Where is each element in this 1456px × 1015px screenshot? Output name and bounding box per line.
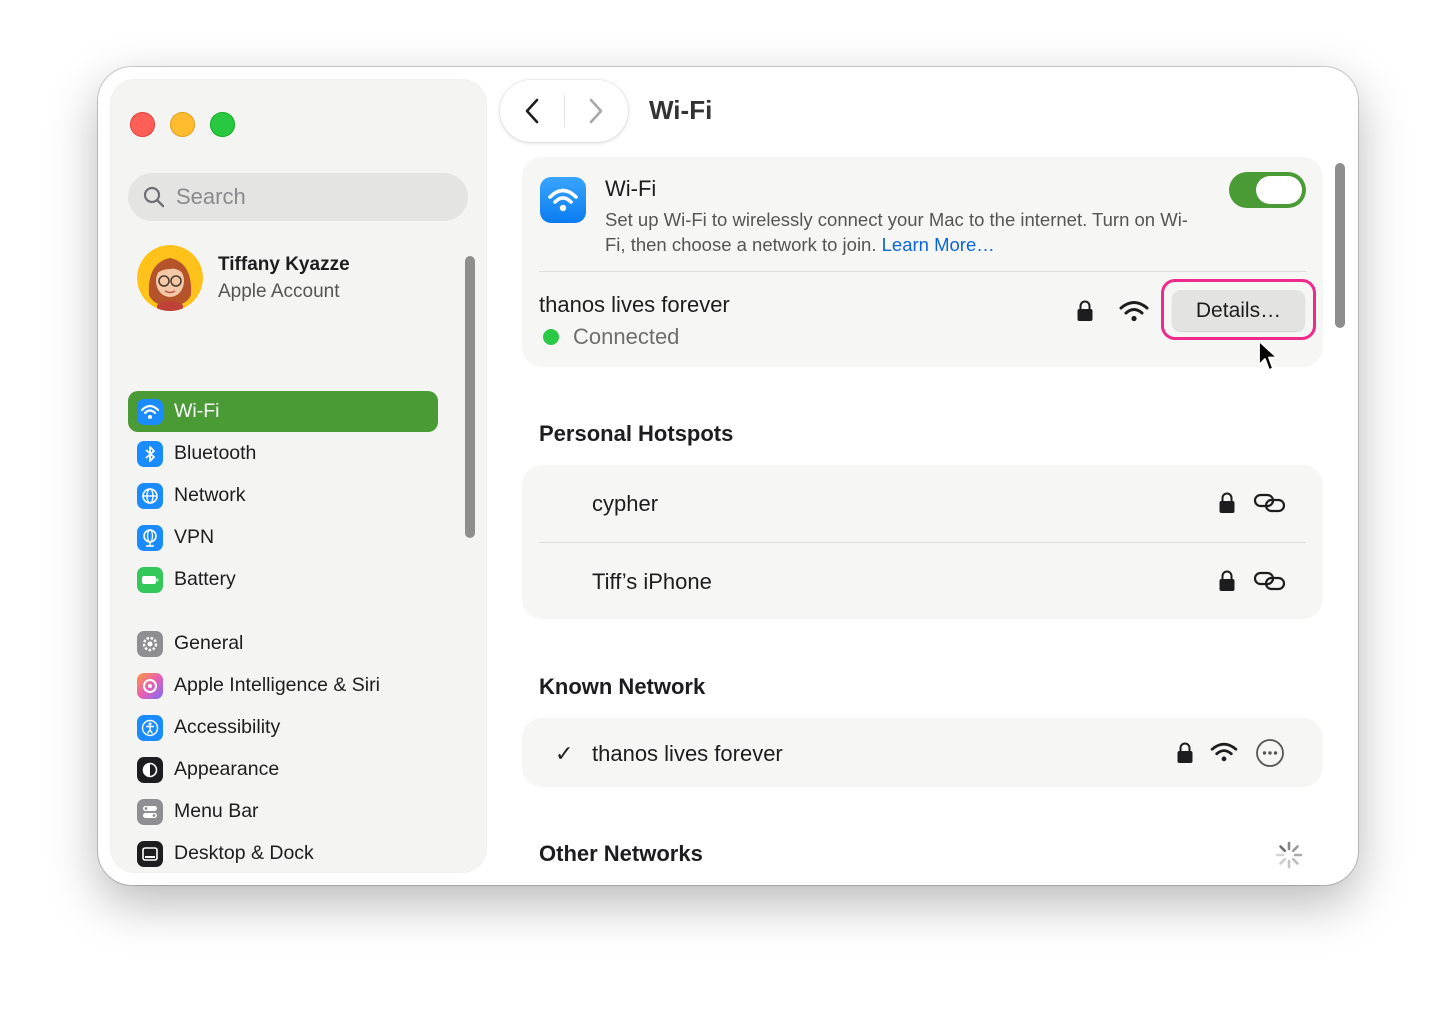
bluetooth-icon xyxy=(137,440,163,467)
lock-icon xyxy=(1177,742,1193,763)
toggle-knob xyxy=(1256,176,1302,204)
sidebar-item-bluetooth[interactable]: Bluetooth xyxy=(128,433,438,474)
lock-icon xyxy=(1219,492,1235,513)
hotspot-row[interactable]: cypher xyxy=(522,465,1323,542)
loading-spinner-icon xyxy=(1275,841,1303,869)
hotspot-name: cypher xyxy=(592,491,659,516)
battery-icon xyxy=(137,566,163,593)
sidebar-item-apple-intelligence[interactable]: Apple Intelligence & Siri xyxy=(128,665,438,706)
details-button[interactable]: Details… xyxy=(1172,290,1305,331)
other-networks-title: Other Networks xyxy=(539,841,703,866)
globe-icon xyxy=(137,482,163,509)
sidebar-item-label: Desktop & Dock xyxy=(174,842,314,864)
wifi-toggle[interactable] xyxy=(1229,172,1306,208)
sidebar-item-battery[interactable]: Battery xyxy=(128,559,438,600)
connected-dot-icon xyxy=(543,329,559,345)
personal-hotspots-card: cypher Tiff’s iPhone xyxy=(522,465,1323,619)
sidebar-item-accessibility[interactable]: Accessibility xyxy=(128,707,438,748)
search-placeholder: Search xyxy=(176,184,246,209)
sidebar-item-network[interactable]: Network xyxy=(128,475,438,516)
back-chevron-icon[interactable] xyxy=(518,96,548,126)
wifi-signal-icon xyxy=(1119,301,1149,322)
sidebar-scroll-thumb[interactable] xyxy=(465,256,475,538)
avatar xyxy=(137,245,203,311)
sidebar-item-label: Battery xyxy=(174,568,236,590)
checkmark-icon: ✓ xyxy=(555,741,574,766)
close-window-button[interactable] xyxy=(130,112,155,137)
appearance-icon xyxy=(137,756,163,783)
dock-icon xyxy=(137,840,163,867)
sidebar-scrollbar[interactable] xyxy=(462,242,479,867)
sidebar-item-label: Appearance xyxy=(174,758,280,780)
hotspot-link-icon xyxy=(1253,493,1286,513)
sidebar-item-menu-bar[interactable]: Menu Bar xyxy=(128,791,438,832)
wifi-icon xyxy=(137,398,163,425)
sidebar-item-label: Wi-Fi xyxy=(174,400,220,422)
sidebar-item-label: Apple Intelligence & Siri xyxy=(174,674,380,696)
gear-icon xyxy=(137,630,163,657)
status-text: Connected xyxy=(573,324,680,349)
vpn-globe-icon xyxy=(137,524,163,551)
sidebar-item-label: Bluetooth xyxy=(174,442,257,464)
sidebar-item-label: Network xyxy=(174,484,246,506)
sidebar-item-label: VPN xyxy=(174,526,215,548)
settings-window: Search Tiffany Kyazze Apple Account Wi-F… xyxy=(98,67,1358,885)
menubar-icon xyxy=(137,798,163,825)
more-options-icon[interactable] xyxy=(1255,738,1285,768)
page-title: Wi-Fi xyxy=(649,95,713,125)
hotspot-link-icon xyxy=(1253,571,1286,591)
lock-icon xyxy=(1077,300,1093,321)
known-network-title: Known Network xyxy=(539,674,706,699)
sidebar-item-desktop-dock[interactable]: Desktop & Dock xyxy=(128,833,438,872)
siri-icon xyxy=(137,672,163,699)
lock-icon xyxy=(1219,570,1235,591)
hotspot-row[interactable]: Tiff’s iPhone xyxy=(522,543,1323,619)
mouse-cursor-icon xyxy=(1258,340,1278,371)
personal-hotspots-title: Personal Hotspots xyxy=(539,421,734,446)
wifi-app-icon xyxy=(540,177,586,223)
minimize-window-button[interactable] xyxy=(170,112,195,137)
search-icon xyxy=(143,186,165,208)
account-subtitle: Apple Account xyxy=(218,280,340,302)
wifi-description: Set up Wi-Fi to wirelessly connect your … xyxy=(605,207,1205,257)
main-scroll-thumb[interactable] xyxy=(1335,163,1345,328)
account-name: Tiffany Kyazze xyxy=(218,253,350,275)
nav-separator xyxy=(564,95,565,127)
current-network-name: thanos lives forever xyxy=(539,292,730,317)
learn-more-link[interactable]: Learn More… xyxy=(882,234,995,255)
wifi-card: Wi-Fi Set up Wi-Fi to wirelessly connect… xyxy=(522,157,1323,367)
forward-chevron-icon[interactable] xyxy=(580,96,610,126)
search-field[interactable]: Search xyxy=(128,173,468,221)
sidebar-item-appearance[interactable]: Appearance xyxy=(128,749,438,790)
divider xyxy=(539,271,1306,272)
sidebar-item-label: General xyxy=(174,632,244,654)
sidebar-item-vpn[interactable]: VPN xyxy=(128,517,438,558)
accessibility-icon xyxy=(137,714,163,741)
navigation-buttons xyxy=(500,80,628,142)
zoom-window-button[interactable] xyxy=(210,112,235,137)
sidebar-item-label: Menu Bar xyxy=(174,800,259,822)
sidebar-item-wifi[interactable]: Wi-Fi xyxy=(128,391,438,432)
apple-account[interactable]: Tiffany Kyazze Apple Account xyxy=(137,243,350,313)
sidebar-item-general[interactable]: General xyxy=(128,623,438,664)
connection-status: Connected xyxy=(543,324,679,350)
known-network-name: thanos lives forever xyxy=(592,741,783,766)
sidebar-item-label: Accessibility xyxy=(174,716,281,738)
known-network-row[interactable]: ✓ thanos lives forever xyxy=(522,718,1323,787)
wifi-signal-icon xyxy=(1210,742,1238,762)
sidebar: Search Tiffany Kyazze Apple Account Wi-F… xyxy=(111,80,486,872)
hotspot-name: Tiff’s iPhone xyxy=(592,569,712,594)
wifi-title: Wi-Fi xyxy=(605,176,657,201)
